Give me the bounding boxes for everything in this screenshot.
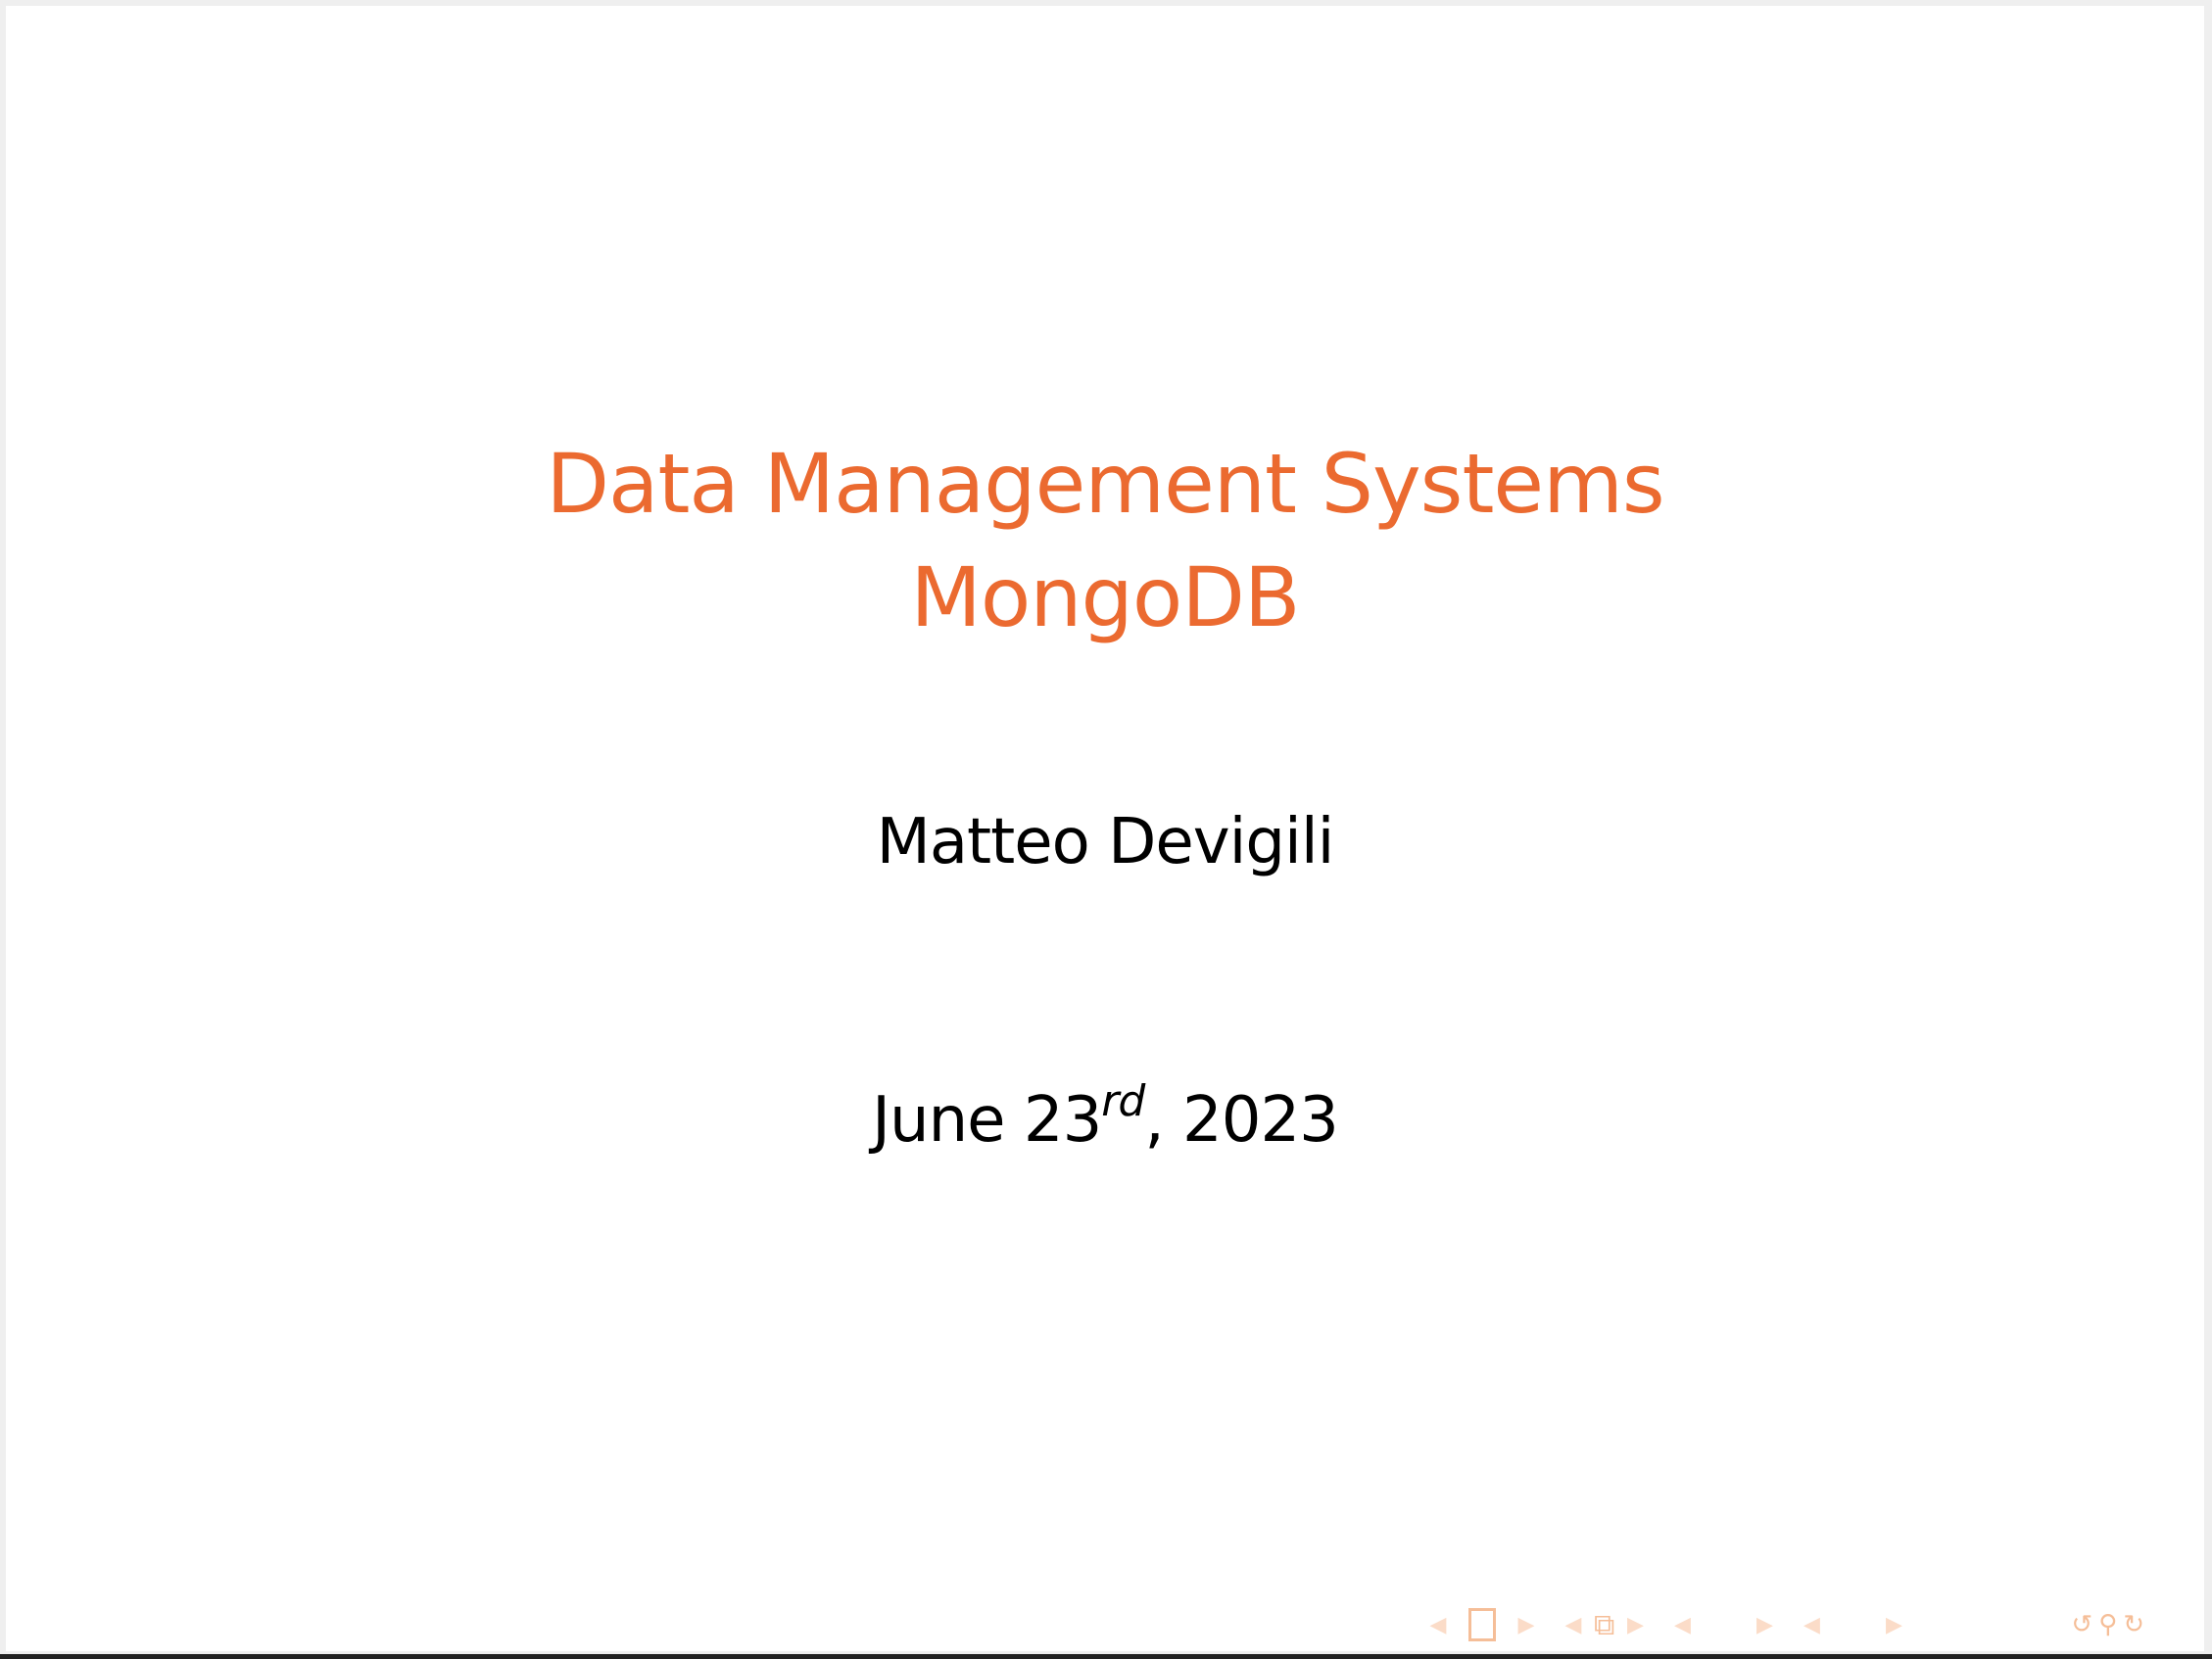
frame-stack-icon[interactable]: ⧉ [1594,1608,1614,1642]
date: June 23rd, 2023 [6,1080,2204,1153]
window-bottom-edge [0,1654,2212,1659]
forward-icon[interactable]: ↻ [2123,1608,2144,1641]
beamer-navigation: ◀ ▶ ◀ ⧉ ▶ ◀ ▶ ◀ ▶ ↺ ⚲ ↻ [1425,1608,2145,1642]
search-icon[interactable]: ⚲ [2098,1608,2117,1641]
next-frame-icon[interactable]: ▶ [1622,1608,1648,1641]
section-icon[interactable] [1838,1608,1867,1641]
subsection-icon[interactable] [1708,1608,1738,1641]
title-line-1: Data Management Systems [546,436,1664,532]
title-line-2: MongoDB [910,549,1300,645]
next-section-icon[interactable]: ▶ [1881,1608,1906,1641]
next-subsection-icon[interactable]: ▶ [1752,1608,1777,1641]
document-icon[interactable] [1979,1608,2008,1641]
prev-subsection-icon[interactable]: ◀ [1669,1608,1695,1641]
slide-frame-icon[interactable] [1468,1608,1496,1641]
date-suffix: , 2023 [1144,1084,1339,1157]
prev-section-icon[interactable]: ◀ [1799,1608,1824,1641]
back-icon[interactable]: ↺ [2071,1608,2092,1641]
date-superscript: rd [1101,1076,1145,1126]
prev-slide-icon[interactable]: ◀ [1425,1608,1451,1641]
author: Matteo Devigili [876,806,1335,878]
prev-frame-icon[interactable]: ◀ [1561,1608,1586,1641]
slide: Data Management Systems MongoDB Matteo D… [6,6,2204,1651]
date-prefix: June 23 [872,1084,1102,1157]
next-slide-icon[interactable]: ▶ [1514,1608,1539,1641]
